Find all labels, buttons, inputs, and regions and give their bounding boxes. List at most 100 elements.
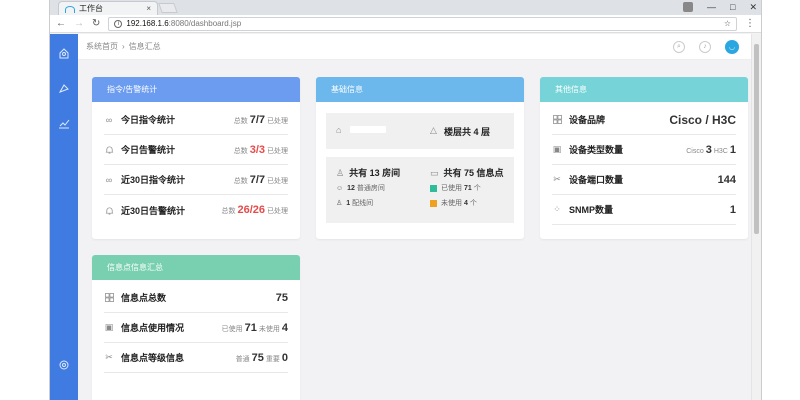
total-value: 7/7	[249, 113, 265, 126]
h3c-label: H3C	[713, 147, 728, 155]
sidebar-settings-icon[interactable]	[57, 358, 71, 372]
points-total-value: 75	[275, 291, 288, 304]
scrollbar[interactable]	[751, 34, 761, 400]
breadcrumb: 系统首页 › 信息汇总 ⌕ ♪ ◡	[78, 34, 751, 60]
total-label: 总数	[221, 208, 236, 215]
maximize-button[interactable]: □	[730, 2, 735, 12]
sidebar-home-icon[interactable]	[57, 46, 71, 60]
row-label: 信息点等级信息	[121, 353, 185, 363]
unit-label: 个	[473, 185, 481, 192]
used-label: 已使用	[441, 185, 462, 192]
used-num: 71	[244, 321, 257, 334]
list-item: ✂ 设备端口数量 144	[552, 165, 736, 195]
points-total-row: ▭ 共有 75 信息点	[430, 166, 504, 179]
breadcrumb-current: 信息汇总	[128, 42, 161, 51]
list-item: 设备品牌 Cisco / H3C	[552, 105, 736, 135]
points-total: 共有 75 信息点	[443, 168, 504, 178]
important-num: 0	[281, 351, 288, 364]
sidebar-chart-icon[interactable]	[57, 116, 71, 130]
breadcrumb-separator: ›	[122, 42, 125, 51]
bell-icon[interactable]: ♪	[699, 40, 711, 53]
h3c-num: 1	[729, 143, 736, 156]
tab-close-icon[interactable]: ×	[146, 4, 151, 13]
list-item: ∞ 今日指令统计 总数 7/7 已处理	[104, 105, 288, 135]
sidebar	[50, 34, 78, 400]
bookmark-star-icon[interactable]: ☆	[724, 19, 731, 28]
rooms-normal-row: ☺ 12 普通房间	[336, 183, 385, 193]
points-summary-card: 信息点信息汇总 信息点总数 75 ▣ 信息点使用情况 已使用71未使用4	[92, 255, 300, 400]
total-value: 3/3	[249, 143, 265, 156]
tab-strip: 工作台 × — □ ✕	[50, 0, 761, 15]
used-label: 已使用	[221, 325, 243, 333]
avatar[interactable]: ◡	[725, 39, 739, 54]
building-box: ⌂ △ 楼层共 4 层	[326, 113, 514, 149]
unused-label: 未使用	[258, 325, 280, 333]
rooms-total: 共有 13 房间	[349, 168, 401, 178]
menu-dots-icon[interactable]: ⋮	[745, 18, 755, 29]
new-tab-button[interactable]	[158, 3, 178, 13]
list-item: 今日告警统计 总数 3/3 已处理	[104, 135, 288, 165]
row-label: 今日告警统计	[121, 145, 176, 155]
search-icon[interactable]: ⌕	[673, 40, 685, 53]
used-legend-dot	[430, 184, 437, 192]
tool-icon: ✂	[553, 174, 561, 184]
list-item: ∞ 近30日指令统计 总数 7/7 已处理	[104, 165, 288, 195]
tool-icon: ✂	[105, 352, 113, 362]
url-input[interactable]: i 192.168.1.6:8080/dashboard.jsp ☆	[108, 16, 737, 31]
info-icon[interactable]: i	[114, 19, 123, 28]
other-info-card: 其他信息 设备品牌 Cisco / H3C ▣ 设备类型数量 Cisco 3 H3C…	[540, 77, 748, 239]
link-icon: ∞	[105, 174, 113, 185]
total-value: 7/7	[249, 173, 265, 186]
rooms-points-box: ♙ 共有 13 房间 ☺ 12 普通房间 ♙ 1 配线间 ▭ 共有 75 信息点 已使用…	[326, 157, 514, 223]
floor-icon: △	[430, 125, 437, 135]
processed-label: 已处理	[267, 117, 288, 125]
important-label: 重要	[265, 355, 280, 363]
list-item: ▣ 设备类型数量 Cisco 3 H3C 1	[552, 135, 736, 165]
base-info-card: 基础信息 ⌂ △ 楼层共 4 层 ♙ 共有 13 房间 ☺ 12 普通房间 ♙ 1 配…	[316, 77, 524, 239]
list-item: ▣ 信息点使用情况 已使用 71 未使用 4	[104, 313, 288, 343]
unused-num: 4	[281, 321, 288, 334]
row-label: SNMP数量	[569, 205, 614, 215]
breadcrumb-home[interactable]: 系统首页	[86, 41, 118, 52]
floor-count: 楼层共 4 层	[444, 127, 491, 137]
processed-label: 已处理	[267, 208, 288, 215]
row-label: 近30日告警统计	[121, 205, 186, 216]
cmd-alarm-card-title: 指令/告警统计	[92, 77, 300, 102]
reload-icon[interactable]: ↻	[92, 18, 100, 29]
page: 系统首页 › 信息汇总 ⌕ ♪ ◡ 指令/告警统计 ∞ 今日指令统计 总数 7/7…	[50, 34, 761, 400]
monitor-icon: ▭	[430, 168, 439, 178]
points-used-row: 已使用 71 个	[430, 183, 481, 193]
back-arrow-icon[interactable]: ←	[56, 18, 66, 29]
total-label: 总数	[233, 117, 248, 125]
normal-num: 75	[251, 351, 264, 364]
profile-icon[interactable]	[683, 2, 694, 12]
total-label: 总数	[233, 177, 248, 185]
grid-icon	[104, 293, 114, 302]
forward-arrow-icon[interactable]: →	[74, 18, 84, 29]
wifi-favicon-icon	[65, 5, 75, 13]
rooms-dist-num: 1	[346, 200, 351, 207]
cisco-num: 3	[705, 143, 712, 156]
minimize-button[interactable]: —	[707, 2, 716, 12]
image-icon: ▣	[104, 322, 114, 332]
url-path: :8080/dashboard.jsp	[168, 19, 242, 28]
scrollbar-thumb[interactable]	[754, 44, 759, 234]
cmd-alarm-card: 指令/告警统计 ∞ 今日指令统计 总数 7/7 已处理 今日告警统计 总数 3/3 已处…	[92, 77, 300, 239]
url-host: 192.168.1.6	[126, 19, 169, 28]
close-window-button[interactable]: ✕	[749, 2, 757, 13]
rooms-normal-num: 12	[347, 185, 355, 192]
building-name-redacted	[350, 126, 386, 133]
network-icon: ⁘	[553, 204, 561, 214]
total-value: 26/26	[237, 204, 265, 216]
points-summary-card-title: 信息点信息汇总	[92, 255, 300, 280]
unused-num: 4	[463, 200, 468, 207]
browser-tab[interactable]: 工作台 ×	[58, 1, 158, 15]
rooms-normal-label: 普通房间	[356, 185, 385, 192]
unit-label: 个	[469, 200, 477, 207]
grid-icon	[552, 115, 562, 124]
row-label: 设备类型数量	[569, 145, 624, 155]
snmp-value: 1	[729, 203, 736, 216]
cisco-label: Cisco	[686, 147, 704, 155]
bell-icon	[104, 145, 114, 154]
sidebar-alert-icon[interactable]	[57, 82, 71, 96]
